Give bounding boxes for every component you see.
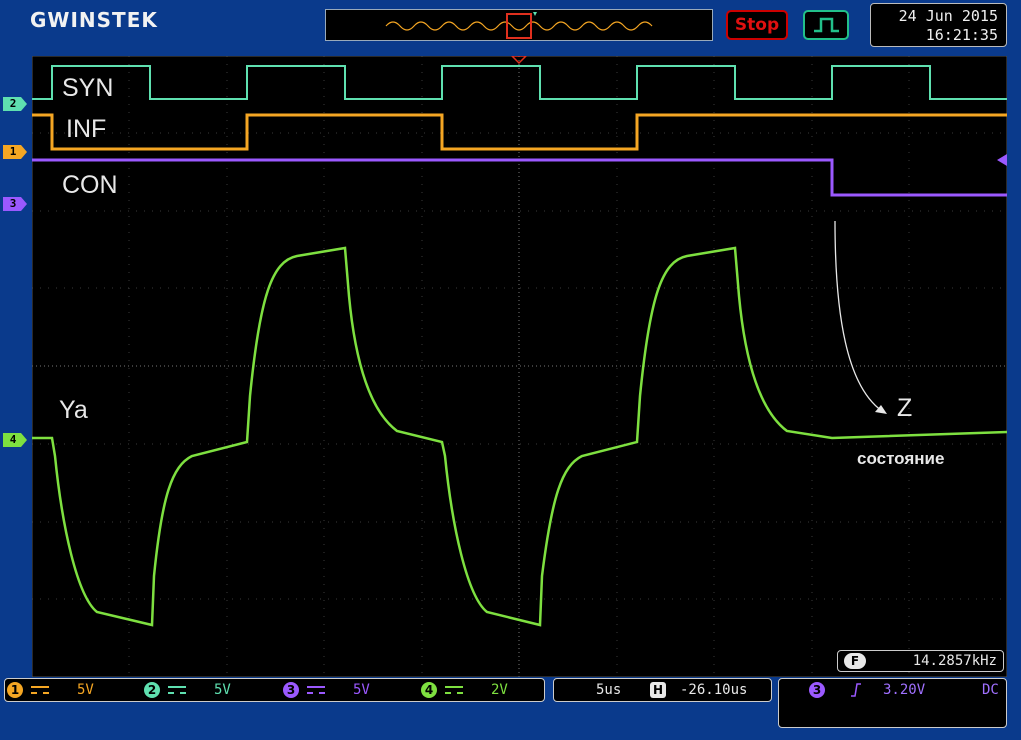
con-trace [32, 158, 1007, 197]
ch1-position-marker[interactable]: 1 [3, 145, 27, 159]
transition-arrow [834, 220, 883, 412]
ch1-number-icon: 1 [7, 682, 23, 698]
timebase-bar[interactable]: 5us H -26.10us [553, 678, 772, 702]
frequency-readout: F 14.2857kHz [837, 650, 1004, 672]
time-text: 16:21:35 [925, 26, 998, 44]
horizontal-position: -26.10us [680, 682, 748, 698]
timebase-scale: 5us [596, 682, 622, 698]
dc-coupling-icon [31, 686, 49, 694]
horizontal-position-icon: H [650, 682, 666, 698]
trigger-level-marker [997, 154, 1007, 166]
frequency-icon: F [844, 653, 866, 669]
ch3-number-icon: 3 [283, 682, 299, 698]
ch2-settings[interactable]: 2 5V [144, 681, 231, 699]
trigger-position-marker [510, 55, 528, 65]
ya-label: Ya [59, 396, 88, 424]
ch2-scale: 5V [214, 682, 231, 698]
con-label: CON [62, 171, 118, 199]
scope-display[interactable]: SYN INF CON Ya Z состояние [31, 55, 1008, 678]
ch1-scale: 5V [77, 682, 94, 698]
channel-settings-bar[interactable]: 1 5V 2 5V 3 5V 4 2V [4, 678, 545, 702]
ch2-number-icon: 2 [144, 682, 160, 698]
rising-edge-icon [851, 683, 861, 697]
inf-label: INF [66, 115, 107, 143]
date-text: 24 Jun 2015 [898, 7, 998, 25]
ch3-scale: 5V [353, 682, 370, 698]
ch4-number-icon: 4 [421, 682, 437, 698]
ch3-position-marker[interactable]: 3 [3, 197, 27, 211]
datetime-display: 24 Jun 2015 16:21:35 [870, 3, 1007, 47]
ch4-position-marker[interactable]: 4 [3, 433, 27, 447]
trigger-source-icon: 3 [809, 682, 825, 698]
trigger-settings-bar[interactable]: 3 3.20V DC [778, 678, 1007, 728]
ch2-position-marker[interactable]: 2 [3, 97, 27, 111]
ch4-settings[interactable]: 4 2V [421, 681, 508, 699]
overview-sine-icon [385, 12, 653, 39]
trigger-mode-button[interactable] [803, 10, 849, 40]
pulse-edge-icon [814, 17, 839, 33]
trigger-level: 3.20V [883, 682, 926, 698]
waveform-canvas [31, 55, 1008, 678]
waveform-overview[interactable] [325, 9, 713, 41]
dc-coupling-icon [445, 686, 463, 694]
ch1-settings[interactable]: 1 5V [7, 681, 94, 699]
syn-label: SYN [62, 74, 114, 102]
run-stop-button[interactable]: Stop [726, 10, 788, 40]
z-state-label: состояние [857, 449, 945, 468]
ch4-scale: 2V [491, 682, 508, 698]
syn-trace [32, 65, 1007, 100]
frequency-value: 14.2857kHz [912, 653, 997, 669]
z-label: Z [897, 394, 913, 422]
trigger-coupling: DC [982, 682, 999, 698]
brand-logo: GWINSTEK [30, 8, 158, 32]
dc-coupling-icon [307, 686, 325, 694]
ch3-settings[interactable]: 3 5V [283, 681, 370, 699]
dc-coupling-icon [168, 686, 186, 694]
